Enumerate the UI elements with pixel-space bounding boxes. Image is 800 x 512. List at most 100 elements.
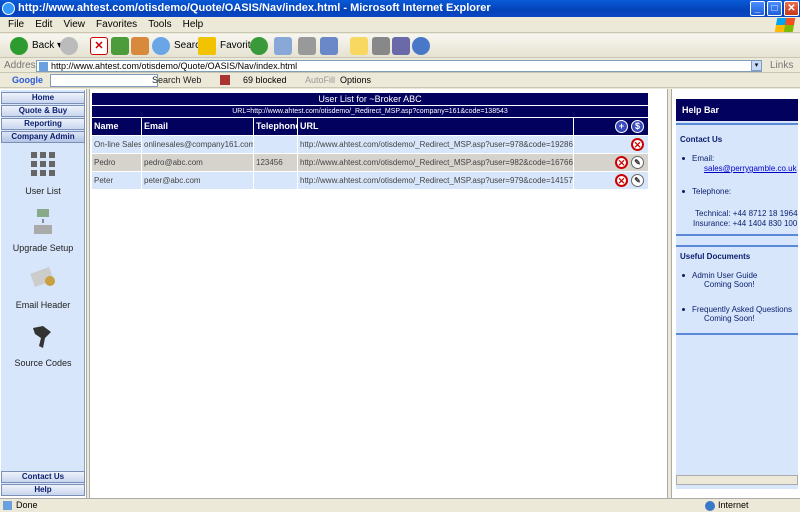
nav-help[interactable]: Help [1,484,85,496]
tool-email-header[interactable]: Email Header [1,300,85,310]
user-email: peter@abc.com [142,172,254,189]
user-email: pedro@abc.com [142,154,254,171]
tool-source-codes[interactable]: Source Codes [1,358,85,368]
search-web-button[interactable]: Search Web [152,73,201,88]
print-button[interactable] [298,37,316,55]
forward-button[interactable] [60,37,78,55]
delete-user-button[interactable]: ✕ [615,156,628,169]
nav-company-admin[interactable]: Company Admin [1,131,85,143]
address-input[interactable]: http://www.ahtest.com/otisdemo/Quote/OAS… [36,60,762,72]
google-search-input[interactable] [50,74,158,87]
technical-phone: Technical: +44 8712 18 1964 [695,209,798,218]
user-url[interactable]: http://www.ahtest.com/otisdemo/_Redirect… [298,172,574,189]
google-logo[interactable]: Google [12,73,43,88]
window-title: http://www.ahtest.com/otisdemo/Quote/OAS… [18,2,491,14]
mail-button[interactable] [274,37,292,55]
ie-logo-icon [2,2,15,15]
search-icon [152,37,170,55]
upgrade-setup-icon[interactable] [29,207,57,235]
contact-heading: Contact Us [680,135,723,144]
docs-heading: Useful Documents [680,252,751,261]
users-button[interactable] [412,37,430,55]
doc-status: Coming Soon! [704,280,755,289]
back-button[interactable]: Back ▾ [10,37,62,55]
email-link[interactable]: sales@perrygamble.co.uk [704,164,797,173]
delete-user-button[interactable]: ✕ [631,138,644,151]
refresh-button[interactable] [111,37,129,55]
research-button[interactable] [392,37,410,55]
popup-blocker[interactable]: 69 blocked [243,73,287,88]
address-dropdown-button[interactable]: ▾ [751,60,762,71]
autofill-button[interactable]: AutoFill [305,73,335,88]
internet-zone-icon [705,501,715,511]
telephone-item: Telephone: [682,187,731,196]
delete-user-button[interactable]: ✕ [615,174,628,187]
maximize-button[interactable]: □ [767,1,782,16]
links-label[interactable]: Links [770,59,793,73]
close-button[interactable]: ✕ [784,1,799,16]
page-icon [39,62,48,71]
home-button[interactable] [131,37,149,55]
add-user-button[interactable]: + [615,120,628,133]
nav-contact-us[interactable]: Contact Us [1,471,85,483]
content-frame: Home Quote & Buy Reporting Company Admin… [0,89,800,498]
user-url[interactable]: http://www.ahtest.com/otisdemo/_Redirect… [298,136,574,153]
doc-title[interactable]: Admin User Guide [682,271,798,280]
column-header-telephone: Telephone [254,118,300,135]
table-row: Peter peter@abc.com http://www.ahtest.co… [92,172,648,189]
minimize-button[interactable]: _ [750,1,765,16]
page-rank-icon[interactable] [220,75,230,85]
menu-bar: File Edit View Favorites Tools Help [0,17,800,33]
pricing-button[interactable]: $ [631,120,644,133]
doc-title[interactable]: Frequently Asked Questions [682,305,798,314]
horizontal-scrollbar[interactable] [676,475,798,485]
star-icon [198,37,216,55]
autofill-label: AutoFill [305,75,336,85]
messenger-button[interactable] [372,37,390,55]
options-button[interactable]: Options [340,73,371,88]
bullet-icon [682,308,685,311]
company-url: URL=http://www.ahtest.com/otisdemo/_Redi… [92,106,648,117]
frame-divider-left[interactable] [86,89,90,498]
edit-button[interactable] [320,37,338,55]
google-toolbar: Google Search Web 69 blocked AutoFill Op… [0,73,800,88]
menu-file[interactable]: File [8,17,24,33]
doc-item[interactable]: Frequently Asked Questions Coming Soon! [682,305,798,323]
user-email: onlinesales@company161.com [142,136,254,153]
doc-item[interactable]: Admin User Guide Coming Soon! [682,271,798,289]
menu-tools[interactable]: Tools [148,17,171,33]
user-name: Pedro [92,154,142,171]
user-list-icon[interactable] [29,150,57,178]
nav-reporting[interactable]: Reporting [1,118,85,130]
menu-favorites[interactable]: Favorites [96,17,137,33]
discuss-button[interactable] [350,37,368,55]
bullet-icon [682,190,685,193]
status-text: Done [16,500,38,510]
history-button[interactable] [250,37,268,55]
tool-upgrade-setup[interactable]: Upgrade Setup [1,243,85,253]
email-header-icon[interactable] [29,264,57,292]
zone-text: Internet [718,500,749,510]
column-header-actions: + $ [574,118,648,135]
source-codes-icon[interactable] [29,322,57,350]
edit-user-button[interactable]: ✎ [631,174,644,187]
table-row: On-line Sales onlinesales@company161.com… [92,136,648,153]
nav-quote-buy[interactable]: Quote & Buy [1,105,85,117]
edit-user-button[interactable]: ✎ [631,156,644,169]
back-arrow-icon [10,37,28,55]
nav-home[interactable]: Home [1,92,85,104]
status-bar: Done Internet [0,498,800,512]
email-item: Email: [682,154,798,163]
menu-edit[interactable]: Edit [35,17,52,33]
frame-divider-right[interactable] [667,89,672,498]
user-url[interactable]: http://www.ahtest.com/otisdemo/_Redirect… [298,154,574,171]
address-url: http://www.ahtest.com/otisdemo/Quote/OAS… [51,61,298,71]
stop-button[interactable]: ✕ [90,37,108,55]
menu-help[interactable]: Help [183,17,204,33]
tool-user-list[interactable]: User List [1,186,85,196]
menu-view[interactable]: View [63,17,85,33]
user-name: Peter [92,172,142,189]
divider [676,333,798,335]
doc-status: Coming Soon! [704,314,755,323]
divider [676,234,798,236]
